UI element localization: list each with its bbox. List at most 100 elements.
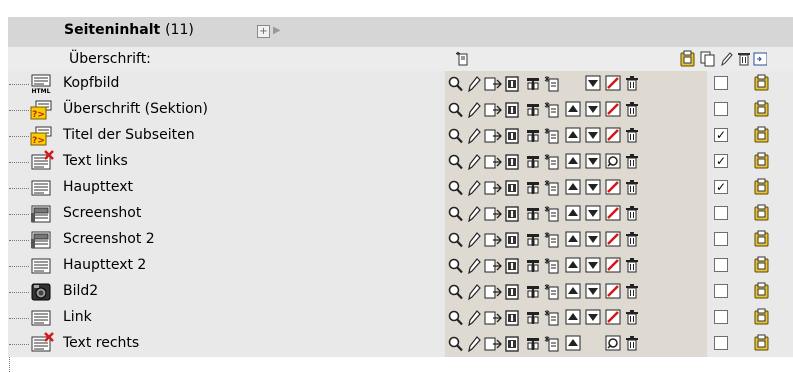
paste-icon[interactable] [753,50,768,72]
info-icon[interactable] [505,257,519,275]
text-icon[interactable] [30,256,52,276]
clipboard-icon[interactable] [753,308,771,330]
move-up-icon[interactable] [565,179,581,195]
hide-icon[interactable] [605,257,621,273]
view-icon[interactable] [448,309,464,327]
history-icon[interactable] [525,205,541,223]
move-down-icon[interactable] [585,257,601,273]
edit-pencil-icon[interactable] [467,153,481,171]
move-up-icon[interactable] [565,127,581,143]
copy-icon[interactable] [699,50,717,72]
trash-icon[interactable] [625,75,639,93]
row-checkbox[interactable] [714,336,728,350]
text-icon[interactable] [30,308,52,328]
hide-icon[interactable] [605,283,621,299]
info-icon[interactable] [505,283,519,301]
view-icon[interactable] [448,335,464,353]
row-checkbox[interactable] [714,206,728,220]
header-icon[interactable]: ?> [30,126,52,146]
textpic-icon[interactable] [30,230,52,250]
edit-pencil-icon[interactable] [467,231,481,249]
clipboard-icon[interactable] [753,152,771,174]
edit-pencil-icon[interactable] [467,205,481,223]
row-label[interactable]: Haupttext 2 [63,257,146,273]
move-down-icon[interactable] [585,75,601,91]
view-icon[interactable] [448,127,464,145]
html-icon[interactable]: HTML [30,74,52,95]
view-icon[interactable] [448,101,464,119]
edit-pencil-icon[interactable] [719,50,735,72]
clipboard-icon[interactable] [753,256,771,278]
clipboard-icon[interactable] [753,334,771,356]
row-checkbox[interactable] [714,310,728,324]
trash-icon[interactable] [625,205,639,223]
edit-pencil-icon[interactable] [467,335,481,353]
history-icon[interactable] [525,309,541,327]
unhide-icon[interactable] [605,153,621,169]
hide-icon[interactable] [605,231,621,247]
row-label[interactable]: Link [63,309,92,325]
move-icon[interactable] [484,179,502,197]
edit-pencil-icon[interactable] [467,179,481,197]
history-icon[interactable] [525,283,541,301]
edit-pencil-icon[interactable] [467,127,481,145]
new-record-icon[interactable] [544,153,560,171]
clipboard-icon[interactable] [753,204,771,226]
hide-icon[interactable] [605,101,621,117]
new-record-icon[interactable] [544,257,560,275]
hide-icon[interactable] [605,309,621,325]
info-icon[interactable] [505,205,519,223]
move-down-icon[interactable] [585,153,601,169]
row-label[interactable]: Haupttext [63,179,133,195]
move-down-icon[interactable] [585,309,601,325]
clipboard-icon[interactable] [679,50,697,72]
move-up-icon[interactable] [565,309,581,325]
info-icon[interactable] [505,335,519,353]
view-icon[interactable] [448,75,464,93]
row-checkbox[interactable] [714,284,728,298]
history-icon[interactable] [525,153,541,171]
history-icon[interactable] [525,75,541,93]
row-label[interactable]: Bild2 [63,283,98,299]
move-icon[interactable] [484,335,502,353]
row-checkbox[interactable] [714,102,728,116]
view-icon[interactable] [448,179,464,197]
view-icon[interactable] [448,153,464,171]
move-down-icon[interactable] [585,283,601,299]
trash-icon[interactable] [625,335,639,353]
info-icon[interactable] [505,231,519,249]
clipboard-icon[interactable] [753,178,771,200]
new-record-icon[interactable] [544,179,560,197]
edit-pencil-icon[interactable] [467,309,481,327]
new-record-icon[interactable] [544,231,560,249]
move-icon[interactable] [484,283,502,301]
move-down-icon[interactable] [585,205,601,221]
hide-icon[interactable] [605,127,621,143]
unhide-icon[interactable] [605,335,621,351]
move-icon[interactable] [484,205,502,223]
view-icon[interactable] [448,205,464,223]
row-checkbox[interactable]: ✓ [714,180,728,194]
row-label[interactable]: Text links [63,153,128,169]
view-icon[interactable] [448,257,464,275]
trash-icon[interactable] [625,153,639,171]
move-up-icon[interactable] [565,153,581,169]
view-icon[interactable] [448,283,464,301]
row-label[interactable]: Screenshot 2 [63,231,155,247]
clipboard-icon[interactable] [753,230,771,252]
row-label[interactable]: Überschrift (Sektion) [63,101,208,117]
move-down-icon[interactable] [585,101,601,117]
move-icon[interactable] [484,101,502,119]
row-checkbox[interactable] [714,76,728,90]
info-icon[interactable] [505,153,519,171]
move-up-icon[interactable] [565,257,581,273]
move-up-icon[interactable] [565,283,581,299]
move-icon[interactable] [484,127,502,145]
hide-icon[interactable] [605,179,621,195]
new-record-icon[interactable] [544,335,560,353]
move-icon[interactable] [484,257,502,275]
history-icon[interactable] [525,101,541,119]
history-icon[interactable] [525,231,541,249]
move-icon[interactable] [484,231,502,249]
move-down-icon[interactable] [585,179,601,195]
